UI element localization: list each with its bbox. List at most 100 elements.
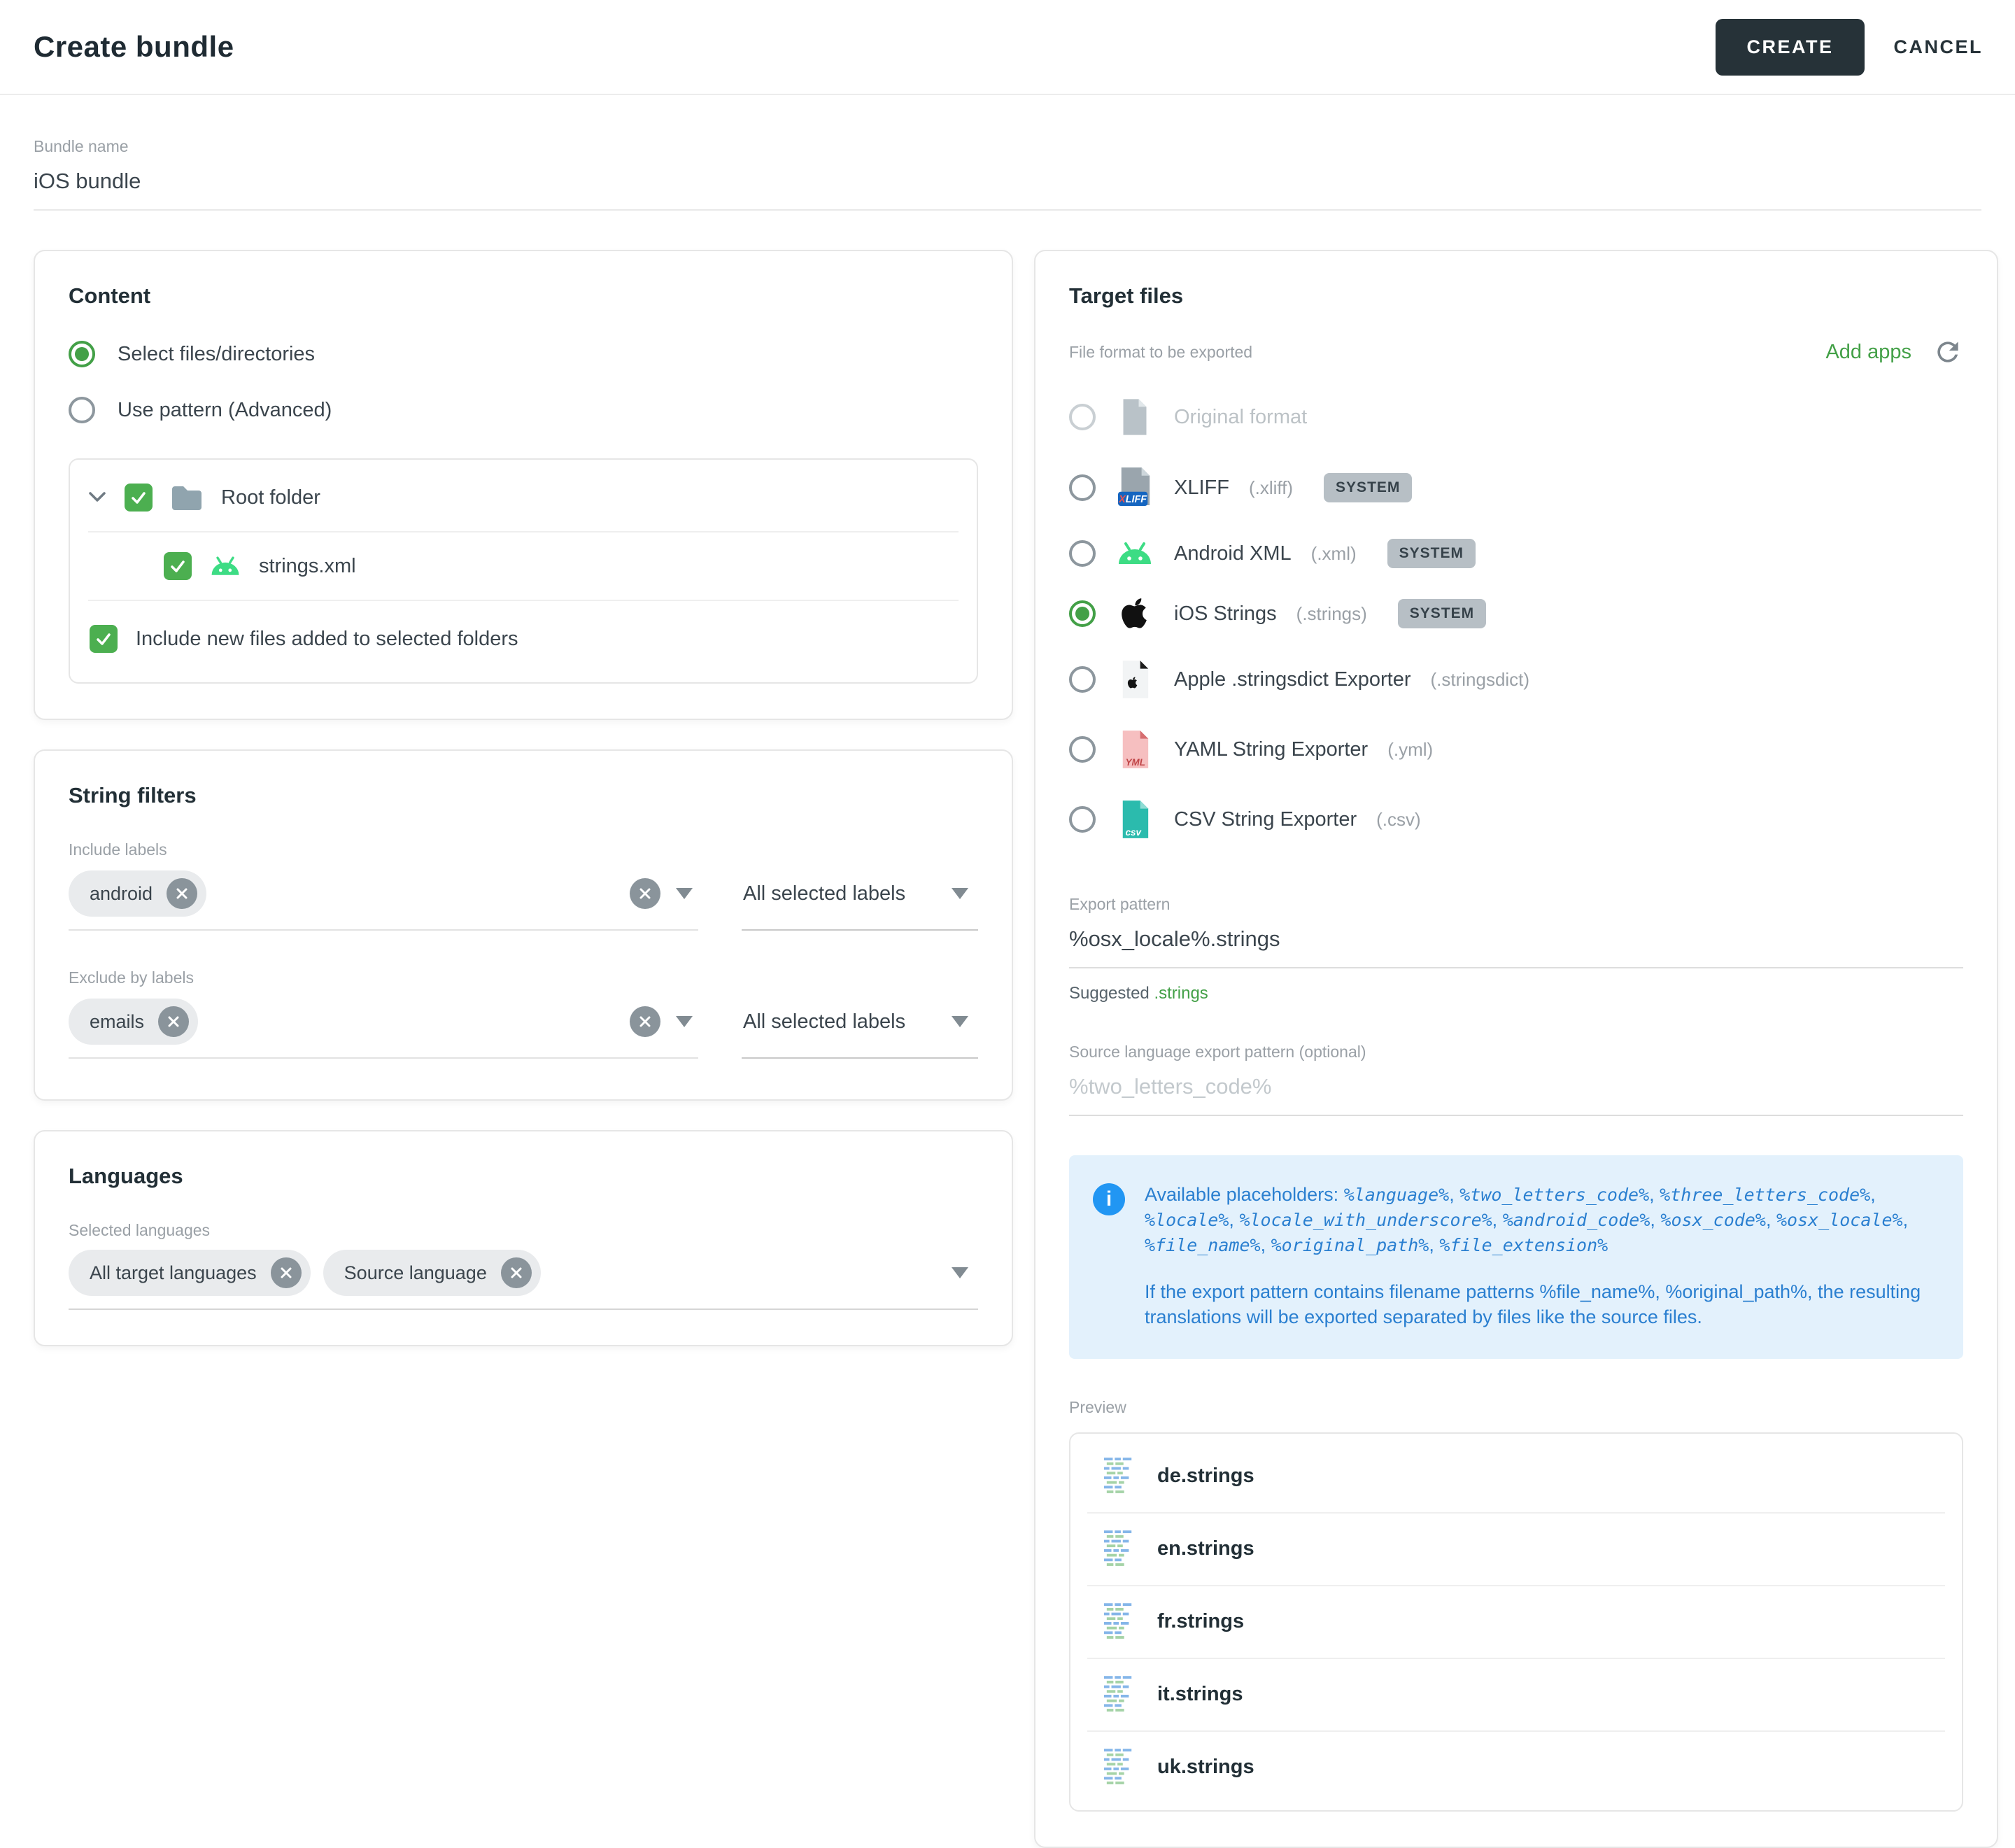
header: Create bundle CREATE CANCEL [0,0,2015,95]
export-pattern-label: Export pattern [1069,895,1963,914]
root-folder-checkbox[interactable] [125,484,153,512]
format-option-original-format[interactable]: Original format [1069,383,1963,451]
bundle-name-input[interactable]: iOS bundle [34,169,1981,211]
radio-selected-icon[interactable] [69,341,95,367]
preview-file-name: it.strings [1157,1683,1243,1706]
cancel-button[interactable]: CANCEL [1886,19,1992,76]
label-chip: android [69,870,206,917]
preview-file-row: en.strings [1070,1514,1962,1585]
remove-chip-icon[interactable] [167,878,197,909]
placeholders-note: If the export pattern contains filename … [1145,1279,1934,1329]
info-icon: i [1093,1183,1125,1215]
format-option-ios-strings[interactable]: iOS Strings (.strings) SYSTEM [1069,583,1963,644]
radio-unselected-icon[interactable] [1069,474,1096,501]
suggested-label: Suggested [1069,984,1150,1003]
format-option-stringsdict[interactable]: Apple .stringsdict Exporter (.stringsdic… [1069,644,1963,714]
remove-chip-icon[interactable] [271,1257,302,1288]
format-name: iOS Strings [1174,602,1277,626]
suggested-ext[interactable]: .strings [1154,984,1208,1003]
chip-text: android [90,883,153,905]
add-apps-link[interactable]: Add apps [1825,341,1911,364]
exclude-labels-field[interactable]: emails [69,987,698,1059]
android-icon [1115,542,1154,565]
svg-text:XLIFF: XLIFF [1118,494,1147,505]
suggested-line: Suggested .strings [1069,984,1963,1003]
mode-value: All selected labels [743,882,905,905]
check-icon [169,557,187,575]
include-mode-select[interactable]: All selected labels [742,859,978,931]
content-heading: Content [69,283,978,309]
strings-file-icon [1104,1676,1135,1714]
system-badge: SYSTEM [1324,473,1412,502]
radio-unselected-icon[interactable] [69,397,95,423]
exclude-labels-label: Exclude by labels [69,968,978,987]
bundle-name-section: Bundle name iOS bundle [0,95,2015,211]
language-chip: All target languages [69,1250,311,1296]
format-ext: (.yml) [1387,739,1433,761]
chips-area: emails [69,999,620,1045]
caret-down-icon [676,1016,693,1027]
radio-unselected-icon[interactable] [1069,404,1096,430]
languages-card: Languages Selected languages All target … [34,1130,1013,1346]
add-apps: Add apps [1825,337,1963,367]
mode-value: All selected labels [743,1010,905,1034]
format-name: Apple .stringsdict Exporter [1174,668,1410,691]
format-ext: (.xml) [1311,543,1357,565]
format-name: XLIFF [1174,477,1229,500]
languages-select[interactable]: All target languages Source language [69,1240,978,1310]
source-pattern-block: Source language export pattern (optional… [1069,1043,1963,1116]
stringsdict-file-icon [1115,659,1154,700]
format-ext: (.stringsdict) [1430,669,1529,691]
caret-down-icon [676,888,693,899]
format-option-csv[interactable]: csv CSV String Exporter (.csv) [1069,784,1963,854]
page-title: Create bundle [34,30,234,64]
option-select-files[interactable]: Select files/directories [69,341,978,367]
caret-down-icon [952,1016,968,1027]
file-checkbox[interactable] [164,552,192,580]
bundle-name-label: Bundle name [34,137,1981,156]
export-pattern-input[interactable]: %osx_locale%.strings [1069,926,1963,968]
export-pattern-block: Export pattern %osx_locale%.strings Sugg… [1069,895,1963,1003]
preview-file-name: fr.strings [1157,1610,1244,1633]
radio-unselected-icon[interactable] [1069,806,1096,833]
csv-file-icon: csv [1115,799,1154,840]
preview-file-name: uk.strings [1157,1756,1254,1779]
format-option-android-xml[interactable]: Android XML (.xml) SYSTEM [1069,524,1963,583]
exclude-labels-row: emails All selected labels [69,987,978,1059]
format-name: Android XML [1174,542,1292,565]
include-new-files-row[interactable]: Include new files added to selected fold… [88,601,959,678]
placeholders-info-box: i Available placeholders: %language%, %t… [1069,1155,1963,1359]
target-files-card: Target files File format to be exported … [1034,250,1998,1848]
radio-selected-icon[interactable] [1069,600,1096,627]
remove-chip-icon[interactable] [158,1006,189,1037]
refresh-icon[interactable] [1932,337,1963,367]
include-new-files-checkbox[interactable] [90,625,118,653]
placeholders-line: Available placeholders: %language%, %two… [1145,1182,1934,1258]
radio-unselected-icon[interactable] [1069,540,1096,567]
format-option-xliff[interactable]: XLIFF XLIFF (.xliff) SYSTEM [1069,451,1963,524]
file-icon [1115,397,1154,437]
chip-text: emails [90,1011,144,1033]
preview-file-row: uk.strings [1070,1732,1962,1803]
clear-field-icon[interactable] [630,1006,660,1037]
create-button[interactable]: CREATE [1716,19,1864,76]
target-files-heading: Target files [1069,283,1963,309]
chevron-down-icon[interactable] [88,492,106,503]
source-pattern-input[interactable]: %two_letters_code% [1069,1074,1963,1116]
label-chip: emails [69,999,198,1045]
clear-field-icon[interactable] [630,878,660,909]
root-folder-label: Root folder [221,486,320,509]
chips-area: android [69,870,620,917]
option-use-pattern[interactable]: Use pattern (Advanced) [69,397,978,423]
apple-icon [1115,598,1154,630]
radio-unselected-icon[interactable] [1069,666,1096,693]
right-column: Target files File format to be exported … [1034,250,1998,1848]
file-label: strings.xml [259,555,356,578]
radio-unselected-icon[interactable] [1069,736,1096,763]
include-labels-field[interactable]: android [69,859,698,931]
remove-chip-icon[interactable] [501,1257,532,1288]
folder-icon [171,485,203,510]
format-option-yaml[interactable]: YML YAML String Exporter (.yml) [1069,714,1963,784]
exclude-mode-select[interactable]: All selected labels [742,987,978,1059]
languages-heading: Languages [69,1164,978,1189]
